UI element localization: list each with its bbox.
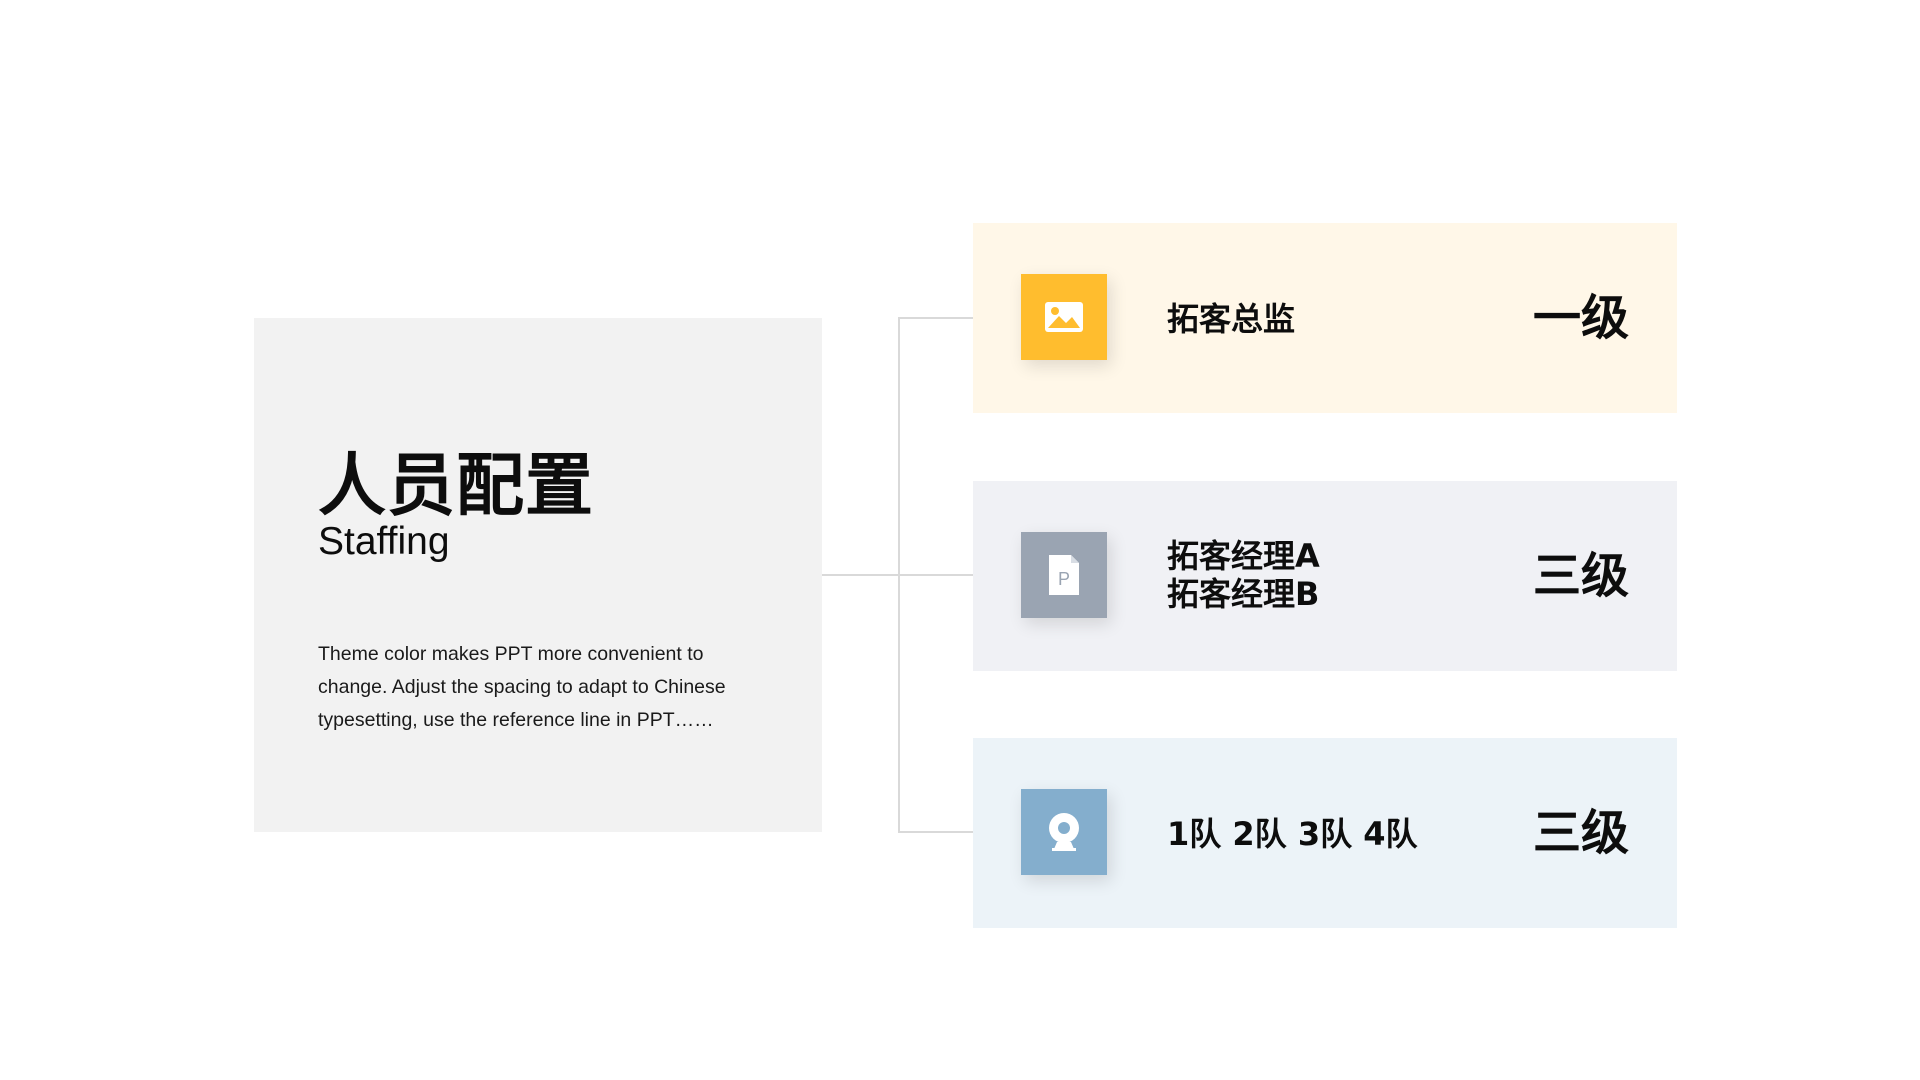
card-label: 拓客总监 xyxy=(1167,300,1295,338)
panel-description: Theme color makes PPT more convenient to… xyxy=(318,643,726,731)
level-card-teams: 1队 2队 3队 4队 三级 xyxy=(973,738,1677,928)
card-level: 三级 xyxy=(1532,548,1629,604)
webcam-icon xyxy=(1021,789,1107,875)
connector-branch-top xyxy=(898,317,973,319)
slide: 人员配置 Staffing Theme color makes PPT more… xyxy=(0,0,1920,1080)
card-level: 一级 xyxy=(1532,290,1629,346)
document-icon: P xyxy=(1021,532,1107,618)
image-icon xyxy=(1021,274,1107,360)
panel-title: 人员配置 xyxy=(318,447,595,526)
staffing-panel: 人员配置 Staffing Theme color makes PPT more… xyxy=(254,318,822,832)
level-card-manager: P 拓客经理A 拓客经理B 三级 xyxy=(973,481,1677,671)
card-label-line: 1队 2队 3队 4队 xyxy=(1167,815,1418,853)
svg-text:P: P xyxy=(1058,569,1070,589)
card-level: 三级 xyxy=(1532,805,1629,861)
card-label: 1队 2队 3队 4队 xyxy=(1167,815,1418,853)
connector-vertical xyxy=(898,317,900,833)
level-card-director: 拓客总监 一级 xyxy=(973,223,1677,413)
connector-branch-bottom xyxy=(898,831,973,833)
card-label-line: 拓客经理B xyxy=(1167,575,1320,613)
card-label: 拓客经理A 拓客经理B xyxy=(1167,537,1320,613)
panel-subtitle: Staffing xyxy=(318,520,450,563)
card-label-line: 拓客总监 xyxy=(1167,300,1296,338)
card-label-line: 拓客经理A xyxy=(1167,537,1320,575)
